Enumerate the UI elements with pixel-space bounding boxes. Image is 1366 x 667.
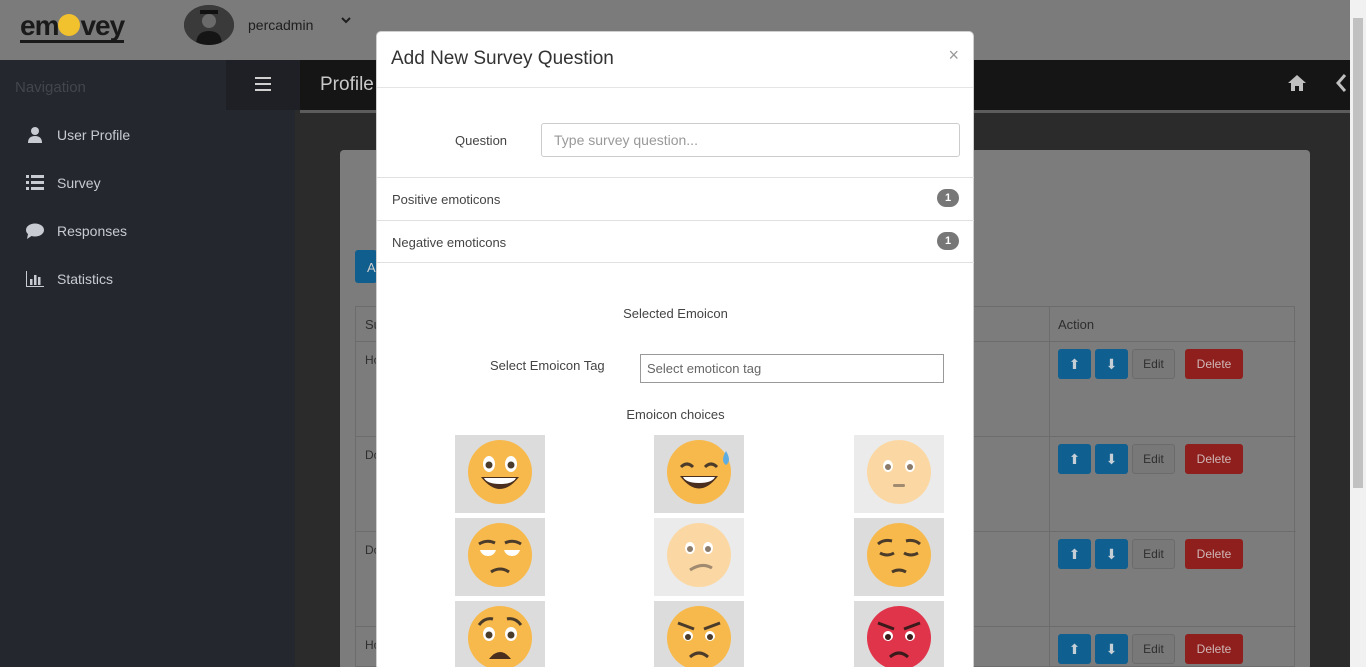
menu-toggle-button[interactable] (226, 60, 300, 110)
table-divider (1049, 307, 1050, 667)
add-question-button[interactable]: A (355, 250, 377, 283)
arrow-up-icon: ⬆ (1068, 545, 1081, 562)
emoticon-tile[interactable] (854, 518, 944, 596)
emoticon-tile[interactable] (455, 435, 545, 513)
list-icon (25, 174, 45, 192)
count-badge: 1 (937, 232, 959, 250)
delete-button[interactable]: Delete (1185, 349, 1243, 379)
modal-header: Add New Survey Question × (377, 32, 973, 88)
emoticon-tile[interactable] (854, 601, 944, 667)
arrow-down-icon: ⬇ (1105, 355, 1118, 372)
group-label: Positive emoticons (392, 192, 501, 207)
delete-button[interactable]: Delete (1185, 634, 1243, 664)
grinning-sweat-face-icon (666, 439, 732, 510)
emoticon-tile[interactable] (455, 518, 545, 596)
delete-button[interactable]: Delete (1185, 539, 1243, 569)
move-down-button[interactable]: ⬇ (1095, 349, 1128, 379)
arrow-up-icon: ⬆ (1068, 355, 1081, 372)
table-row-actions: ⬆ ⬇ Edit Delete (1058, 444, 1243, 474)
move-up-button[interactable]: ⬆ (1058, 349, 1091, 379)
table-header-action: Action (1058, 317, 1095, 332)
sidebar-heading: Navigation (15, 79, 86, 96)
modal-title: Add New Survey Question (391, 48, 614, 69)
grinning-face-icon (467, 439, 533, 510)
emoticon-tile[interactable] (654, 518, 744, 596)
sidebar-item-label: User Profile (57, 127, 131, 143)
sidebar-item-label: Survey (57, 175, 101, 191)
sidebar-item-responses[interactable]: Responses (25, 219, 127, 243)
page-title: Profile (320, 74, 374, 95)
arrow-up-icon: ⬆ (1068, 640, 1081, 657)
app-logo[interactable]: em vey (20, 12, 125, 43)
sidebar-item-statistics[interactable]: Statistics (25, 267, 113, 291)
emoticon-tile[interactable] (654, 435, 744, 513)
tag-select[interactable]: Select emoticon tag (640, 354, 944, 383)
edit-button[interactable]: Edit (1132, 634, 1175, 664)
page-scrollbar[interactable] (1350, 0, 1366, 667)
sidebar-item-survey[interactable]: Survey (25, 171, 101, 195)
sidebar-item-user-profile[interactable]: User Profile (25, 123, 130, 147)
neutral-face-icon (866, 439, 932, 510)
sidebar-item-label: Responses (57, 223, 128, 239)
scrollbar-thumb[interactable] (1353, 18, 1363, 488)
move-down-button[interactable]: ⬇ (1095, 634, 1128, 664)
move-down-button[interactable]: ⬇ (1095, 539, 1128, 569)
group-negative-emoticons[interactable]: Negative emoticons 1 (377, 220, 974, 263)
chevron-left-icon[interactable] (1336, 74, 1347, 97)
delete-button[interactable]: Delete (1185, 444, 1243, 474)
bar-chart-icon (25, 270, 45, 288)
pensive-face-icon (866, 522, 932, 593)
move-down-button[interactable]: ⬇ (1095, 444, 1128, 474)
pouting-face-icon (866, 605, 932, 667)
add-question-modal: Add New Survey Question × Question Posit… (376, 31, 974, 667)
emoticon-tile[interactable] (455, 601, 545, 667)
group-positive-emoticons[interactable]: Positive emoticons 1 (377, 177, 974, 220)
table-row-actions: ⬆ ⬇ Edit Delete (1058, 634, 1243, 664)
unamused-face-icon (467, 522, 533, 593)
username[interactable]: percadmin (248, 17, 313, 33)
tag-label: Select Emoicon Tag (490, 358, 605, 373)
move-up-button[interactable]: ⬆ (1058, 539, 1091, 569)
edit-button[interactable]: Edit (1132, 539, 1175, 569)
emoticon-groups: Positive emoticons 1 Negative emoticons … (377, 177, 974, 263)
arrow-down-icon: ⬇ (1105, 545, 1118, 562)
emoticon-tile[interactable] (854, 435, 944, 513)
confused-face-icon (666, 522, 732, 593)
hamburger-icon (255, 75, 271, 96)
sidebar: Navigation User Profile Survey Responses… (0, 60, 300, 667)
angry-face-icon (666, 605, 732, 667)
move-up-button[interactable]: ⬆ (1058, 444, 1091, 474)
speech-bubble-icon (25, 222, 45, 240)
emoticon-tile[interactable] (654, 601, 744, 667)
question-label: Question (455, 133, 508, 148)
worried-face-icon (467, 605, 533, 667)
arrow-down-icon: ⬇ (1105, 450, 1118, 467)
emoticon-choices-title: Emoicon choices (626, 407, 725, 422)
user-icon (25, 126, 45, 144)
edit-button[interactable]: Edit (1132, 349, 1175, 379)
chevron-down-icon[interactable] (340, 14, 352, 29)
arrow-down-icon: ⬇ (1105, 640, 1118, 657)
question-input[interactable] (541, 123, 960, 157)
arrow-up-icon: ⬆ (1068, 450, 1081, 467)
home-icon[interactable] (1288, 75, 1306, 96)
sidebar-item-label: Statistics (57, 271, 114, 287)
table-row-actions: ⬆ ⬇ Edit Delete (1058, 349, 1243, 379)
edit-button[interactable]: Edit (1132, 444, 1175, 474)
count-badge: 1 (937, 189, 959, 207)
close-icon[interactable]: × (948, 45, 959, 66)
table-row-actions: ⬆ ⬇ Edit Delete (1058, 539, 1243, 569)
selected-emoticon-title: Selected Emoicon (623, 306, 728, 321)
group-label: Negative emoticons (392, 235, 507, 250)
avatar[interactable] (184, 5, 234, 45)
move-up-button[interactable]: ⬆ (1058, 634, 1091, 664)
